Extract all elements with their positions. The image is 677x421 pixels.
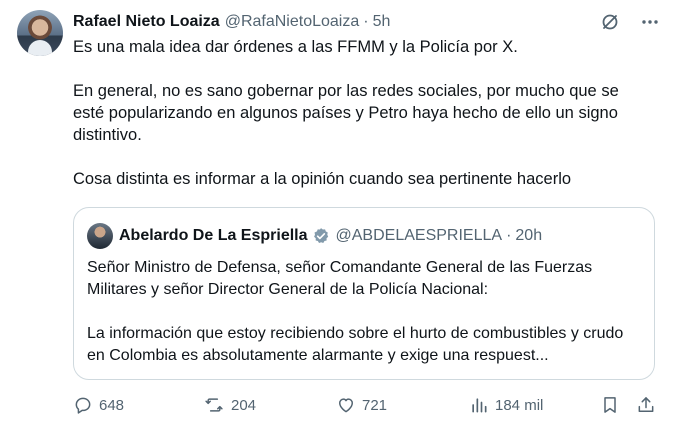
quoted-paragraph: La información que estoy recibiendo sobr… [87,325,624,364]
tweet-body: Es una mala idea dar órdenes a las FFMM … [73,36,653,190]
repost-count: 204 [231,396,257,414]
verified-badge-icon [312,227,330,245]
top-right-actions [599,11,661,33]
like-icon [339,398,353,413]
like-count: 721 [362,396,388,414]
tweet-paragraph: Cosa distinta es informar a la opinión c… [73,170,572,188]
tweet-paragraph: En general, no es sano gobernar por las … [73,82,619,144]
quoted-author-handle[interactable]: @ABDELAESPRIELLA [336,227,503,245]
author-name[interactable]: Rafael Nieto Loaiza [73,13,220,31]
quoted-author-avatar[interactable] [87,223,113,249]
separator-dot: · [506,227,512,244]
repost-icon [205,398,223,412]
quoted-tweet-time[interactable]: 20h [515,227,542,245]
tweet-actions-bar: 648 204 721 184 mil [73,393,663,417]
author-handle[interactable]: @RafaNietoLoaiza [225,13,360,31]
tweet-header: Rafael Nieto Loaiza @RafaNietoLoaiza · 5… [73,12,390,32]
quoted-paragraph: Señor Ministro de Defensa, señor Comanda… [87,259,593,298]
quoted-tweet-card[interactable]: Abelardo De La Espriella @ABDELAESPRIELL… [73,207,655,380]
bookmark-button[interactable] [600,393,626,417]
quoted-author-name[interactable]: Abelardo De La Espriella [119,227,308,245]
views-button[interactable]: 184 mil [469,393,543,417]
views-count: 184 mil [495,396,544,414]
reply-count: 648 [99,396,125,414]
bookmark-icon [604,397,616,413]
grok-icon[interactable] [599,11,621,33]
quoted-tweet-body: Señor Ministro de Defensa, señor Comanda… [87,257,643,367]
repost-button[interactable]: 204 [203,393,256,417]
reply-icon [75,397,91,414]
tweet-paragraph: Es una mala idea dar órdenes a las FFMM … [73,38,518,56]
views-icon [472,398,487,413]
share-button[interactable] [636,393,662,417]
quoted-tweet-header: Abelardo De La Espriella @ABDELAESPRIELL… [119,225,542,247]
reply-button[interactable]: 648 [73,393,124,417]
like-button[interactable]: 721 [336,393,387,417]
separator-dot: · [363,13,369,30]
share-icon [638,397,654,412]
more-icon[interactable] [639,11,661,33]
author-avatar[interactable] [17,10,63,56]
tweet-time[interactable]: 5h [373,13,391,31]
